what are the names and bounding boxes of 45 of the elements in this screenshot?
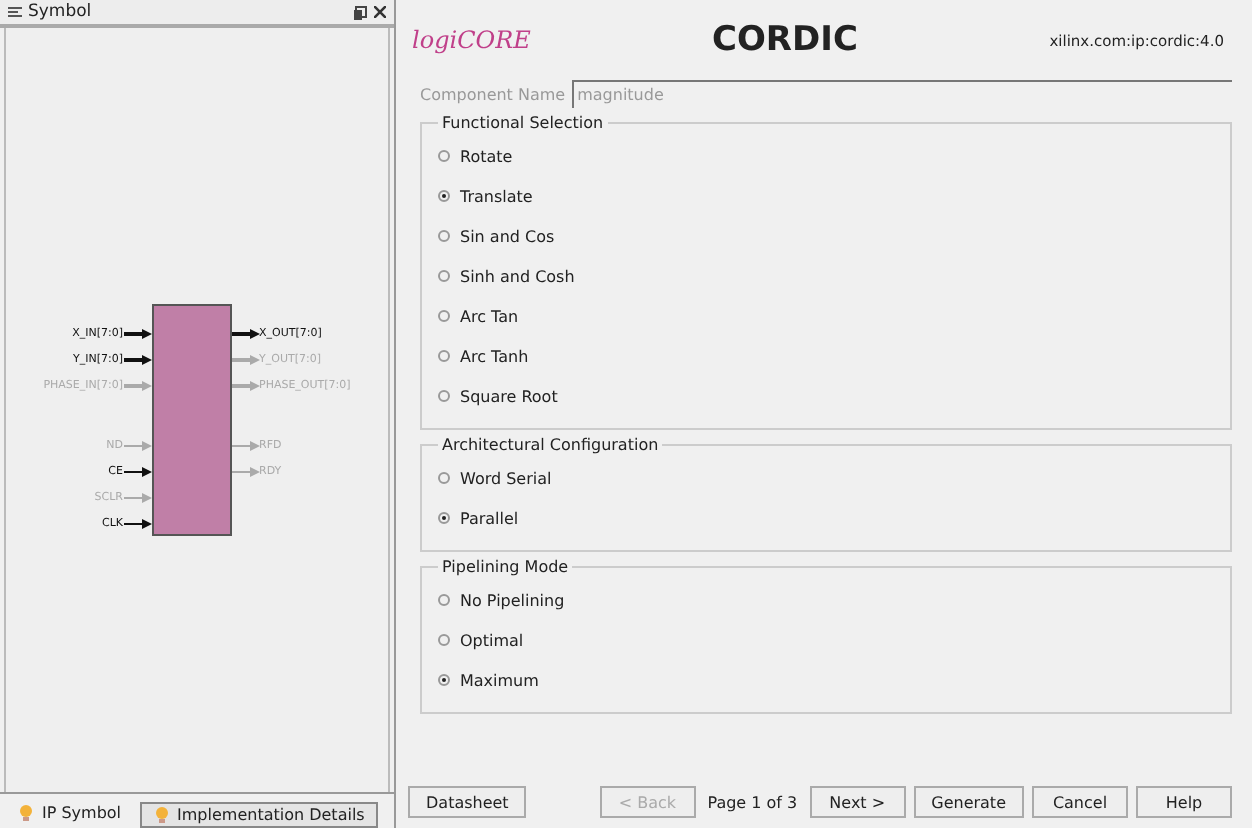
radio-option[interactable]: Arc Tanh <box>438 336 1214 376</box>
radio-icon[interactable] <box>438 472 450 484</box>
radio-option[interactable]: Sin and Cos <box>438 216 1214 256</box>
tab-label: IP Symbol <box>42 804 122 822</box>
radio-option[interactable]: Square Root <box>438 376 1214 416</box>
dialog-button[interactable]: Cancel <box>1032 786 1128 818</box>
panel-menu-icon[interactable] <box>8 6 22 18</box>
radio-option[interactable]: Optimal <box>438 620 1214 660</box>
radio-icon[interactable] <box>438 230 450 242</box>
radio-option[interactable]: Sinh and Cosh <box>438 256 1214 296</box>
logo: logiCORE <box>412 26 533 54</box>
panel-tab[interactable]: Implementation Details <box>139 802 379 828</box>
tab-label: Implementation Details <box>177 806 365 824</box>
radio-icon[interactable] <box>438 190 450 202</box>
panel-title: Symbol <box>28 2 94 22</box>
radio-icon[interactable] <box>438 674 450 686</box>
datasheet-button[interactable]: Datasheet <box>408 786 527 818</box>
group-title: Functional Selection <box>440 114 606 132</box>
radio-icon[interactable] <box>438 634 450 646</box>
radio-icon[interactable] <box>438 390 450 402</box>
radio-icon[interactable] <box>438 150 450 162</box>
dialog-button[interactable]: Generate <box>913 786 1024 818</box>
window-title: CORDIC <box>712 20 860 60</box>
radio-option[interactable]: Rotate <box>438 136 1214 176</box>
radio-option[interactable]: No Pipelining <box>438 580 1214 620</box>
radio-icon[interactable] <box>438 512 450 524</box>
radio-option[interactable]: Translate <box>438 176 1214 216</box>
radio-icon[interactable] <box>438 270 450 282</box>
dialog-button[interactable]: Help <box>1136 786 1232 818</box>
radio-option[interactable]: Parallel <box>438 498 1214 538</box>
group-title: Pipelining Mode <box>440 558 571 576</box>
radio-option[interactable]: Word Serial <box>438 458 1214 498</box>
radio-option[interactable]: Arc Tan <box>438 296 1214 336</box>
field-label: Component Name <box>420 85 566 103</box>
group-title: Architectural Configuration <box>440 436 661 454</box>
bulb-icon <box>153 806 170 824</box>
float-icon[interactable] <box>354 5 368 19</box>
radio-option[interactable]: Maximum <box>438 660 1214 700</box>
radio-icon[interactable] <box>438 594 450 606</box>
bulb-icon <box>18 804 34 822</box>
next-button[interactable]: Next > <box>809 786 906 818</box>
radio-icon[interactable] <box>438 310 450 322</box>
radio-icon[interactable] <box>438 350 450 362</box>
close-icon[interactable] <box>374 6 386 18</box>
page-indicator: Page 1 of 3 <box>707 793 798 811</box>
